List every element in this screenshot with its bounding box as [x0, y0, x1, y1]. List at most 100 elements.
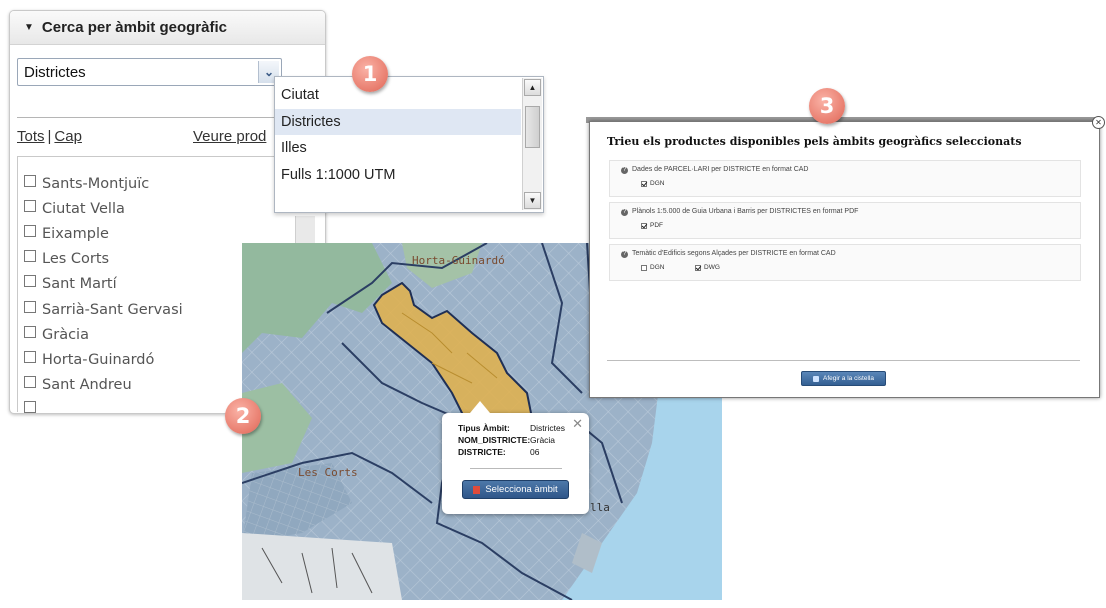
popup-row: Tipus Àmbit: Districtes	[458, 423, 565, 433]
popup-key: Tipus Àmbit:	[458, 423, 510, 433]
select-area-button[interactable]: Selecciona àmbit	[462, 480, 569, 499]
add-to-cart-button[interactable]: Afegir a la cistella	[801, 371, 886, 386]
product-card: ? Temàtic d'Edificis segons Alçades per D…	[609, 244, 1081, 281]
popup-key: DISTRICTE:	[458, 447, 506, 457]
popup-key: NOM_DISTRICTE:	[458, 435, 531, 445]
scope-dropdown: Ciutat Districtes Illes Fulls 1:1000 UTM…	[274, 76, 544, 213]
list-item-label: Sarrià-Sant Gervasi	[42, 301, 183, 318]
dropdown-option[interactable]: Illes	[275, 135, 521, 162]
collapse-caret-icon[interactable]: ▼	[24, 22, 34, 33]
map-label-partial: lla	[590, 501, 610, 514]
add-to-cart-label: Afegir a la cistella	[823, 375, 874, 382]
list-item[interactable]: Sant Martí	[24, 272, 183, 297]
checkbox[interactable]	[24, 300, 36, 313]
list-item[interactable]: Les Corts	[24, 247, 183, 272]
feature-popup: ✕ Tipus Àmbit: Districtes NOM_DISTRICTE:G…	[442, 401, 589, 514]
checkbox[interactable]	[24, 250, 36, 263]
popup-value: Gràcia	[530, 435, 556, 445]
format-option[interactable]: DGN	[641, 264, 664, 271]
format-label: DGN	[650, 180, 665, 187]
dropdown-options: Ciutat Districtes Illes Fulls 1:1000 UTM	[275, 82, 521, 188]
product-card: ? Dades de PARCEL·LARI per DISTRICTE en f…	[609, 160, 1081, 197]
format-label: DWG	[704, 264, 720, 271]
dropdown-option[interactable]: Fulls 1:1000 UTM	[275, 162, 521, 189]
selection-links: Tots | Cap Veure prod	[17, 128, 267, 145]
checkbox-unchecked[interactable]	[641, 264, 647, 271]
select-all-link[interactable]: Tots	[17, 128, 45, 145]
dropdown-option[interactable]: Ciutat	[275, 82, 521, 109]
popup-divider	[470, 468, 562, 469]
checkbox[interactable]	[24, 401, 36, 413]
scroll-thumb[interactable]	[525, 106, 540, 148]
popup-value: Districtes	[530, 423, 565, 433]
cursor-icon	[473, 485, 481, 494]
list-item[interactable]: Horta-Guinardó	[24, 347, 183, 372]
scope-select[interactable]: Districtes ⌄	[17, 58, 282, 86]
product-title: ? Dades de PARCEL·LARI per DISTRICTE en f…	[621, 166, 808, 174]
popup-row: DISTRICTE: 06	[458, 447, 539, 457]
list-item[interactable]: Ciutat Vella	[24, 196, 183, 221]
product-title-text: Plànols 1:5.000 de Guia Urbana i Barris …	[632, 208, 859, 215]
district-list: Sants-Montjuïc Ciutat Vella Eixample Les…	[24, 171, 183, 413]
list-item[interactable]	[24, 398, 183, 413]
map-label-horta: Horta-Guinardó	[412, 254, 505, 267]
list-item[interactable]: Sarrià-Sant Gervasi	[24, 297, 183, 322]
checkbox-checked[interactable]	[695, 264, 701, 271]
dialog-divider	[607, 360, 1080, 361]
checkbox-checked[interactable]	[641, 222, 647, 229]
popup-value: 06	[530, 447, 540, 457]
dropdown-scrollbar[interactable]: ▲ ▼	[522, 78, 542, 210]
list-item[interactable]: Sants-Montjuïc	[24, 171, 183, 196]
list-item[interactable]: Gràcia	[24, 322, 183, 347]
list-item-label: Les Corts	[42, 251, 110, 268]
checkbox[interactable]	[24, 224, 36, 237]
select-none-link[interactable]: Cap	[54, 128, 82, 145]
panel-title: Cerca per àmbit geogràfic	[41, 19, 227, 36]
list-item-label: Horta-Guinardó	[42, 351, 155, 368]
list-item-label: Eixample	[42, 225, 109, 242]
step-badge-3: 3	[809, 88, 845, 124]
step-badge-2: 2	[225, 398, 261, 434]
close-icon[interactable]: ✕	[1092, 116, 1105, 129]
product-title: ? Temàtic d'Edificis segons Alçades per D…	[621, 250, 836, 258]
checkbox[interactable]	[24, 350, 36, 363]
format-option[interactable]: PDF	[641, 222, 663, 229]
cart-icon	[813, 375, 820, 382]
checkbox[interactable]	[24, 199, 36, 212]
list-item[interactable]: Eixample	[24, 221, 183, 246]
products-dialog: ✕ Trieu els productes disponibles pels à…	[589, 116, 1105, 398]
checkbox[interactable]	[24, 174, 36, 187]
product-card: ? Plànols 1:5.000 de Guia Urbana i Barris…	[609, 202, 1081, 239]
product-title: ? Plànols 1:5.000 de Guia Urbana i Barris…	[621, 208, 858, 216]
scope-select-value: Districtes	[24, 63, 86, 81]
info-icon[interactable]: ?	[621, 167, 628, 174]
list-item-label: Sants-Montjuïc	[42, 175, 150, 192]
popup-pointer	[470, 401, 490, 413]
list-item-label: Gràcia	[42, 326, 89, 343]
scroll-up-icon[interactable]: ▲	[524, 79, 541, 96]
checkbox[interactable]	[24, 275, 36, 288]
close-icon[interactable]: ✕	[572, 416, 583, 432]
checkbox-checked[interactable]	[641, 180, 647, 187]
scroll-down-icon[interactable]: ▼	[524, 192, 541, 209]
select-area-label: Selecciona àmbit	[485, 484, 558, 495]
view-products-link[interactable]: Veure prod	[193, 128, 266, 145]
step-badge-1: 1	[352, 56, 388, 92]
list-item-label: Ciutat Vella	[42, 200, 125, 217]
checkbox[interactable]	[24, 376, 36, 389]
format-option[interactable]: DWG	[695, 264, 720, 271]
format-option[interactable]: DGN	[641, 180, 664, 187]
panel-header[interactable]: ▼ Cerca per àmbit geogràfic	[10, 11, 325, 45]
format-label: DGN	[650, 264, 665, 271]
product-title-text: Dades de PARCEL·LARI per DISTRICTE en fo…	[632, 166, 809, 173]
info-icon[interactable]: ?	[621, 251, 628, 258]
list-item-label: Sant Martí	[42, 276, 117, 293]
map-label-corts: Les Corts	[298, 466, 358, 479]
popup-row: NOM_DISTRICTE:Gràcia	[458, 435, 555, 445]
list-item[interactable]: Sant Andreu	[24, 373, 183, 398]
dropdown-option-selected[interactable]: Districtes	[275, 108, 521, 135]
info-icon[interactable]: ?	[621, 209, 628, 216]
format-label: PDF	[650, 222, 663, 229]
checkbox[interactable]	[24, 325, 36, 338]
product-title-text: Temàtic d'Edificis segons Alçades per DI…	[632, 250, 836, 257]
